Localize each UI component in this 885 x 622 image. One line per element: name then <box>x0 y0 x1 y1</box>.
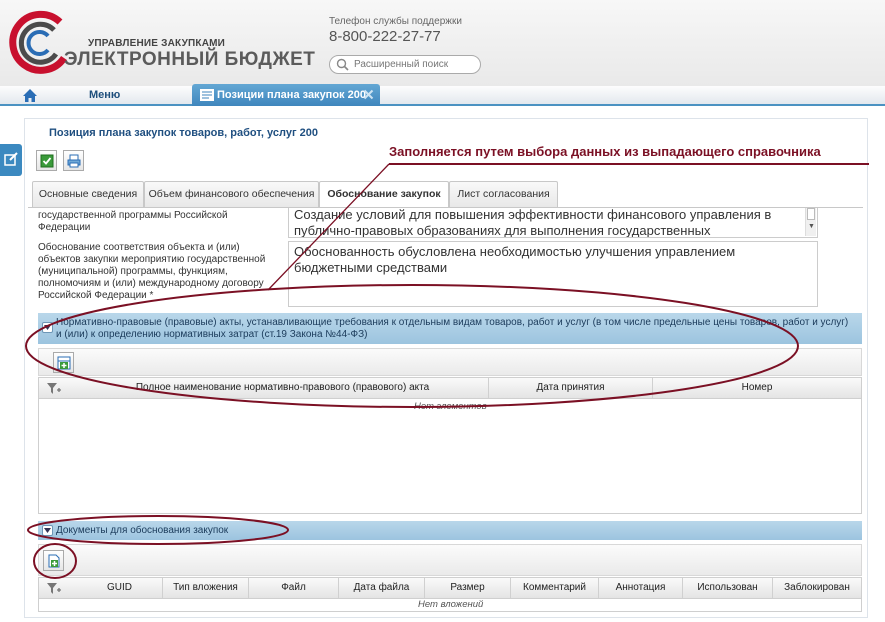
col-used[interactable]: Использован <box>683 578 773 598</box>
col-locked[interactable]: Заблокирован <box>773 578 861 598</box>
close-icon[interactable] <box>363 89 374 100</box>
menu-button[interactable]: Меню <box>89 89 120 101</box>
documents-grid-header: GUID Тип вложения Файл Дата файла Размер… <box>38 577 862 599</box>
annotation-note: Заполняется путем выбора данных из выпад… <box>389 144 821 159</box>
page-title: Позиция плана закупок товаров, работ, ус… <box>49 127 318 139</box>
section-documents[interactable]: Документы для обоснования закупок <box>38 521 862 540</box>
col-adoption-date[interactable]: Дата принятия <box>489 378 653 398</box>
tab-justification[interactable]: Обоснование закупок <box>319 181 449 208</box>
edit-icon <box>4 152 18 166</box>
home-icon[interactable] <box>22 88 38 103</box>
add-file-icon <box>48 554 60 568</box>
add-document-button[interactable] <box>43 550 64 571</box>
search-box[interactable] <box>329 55 481 74</box>
save-button[interactable] <box>36 150 57 171</box>
col-file[interactable]: Файл <box>249 578 339 598</box>
normative-grid-body <box>38 399 862 514</box>
chevron-down-icon[interactable] <box>42 322 53 333</box>
justification-form: государственной программы Российской Фед… <box>28 207 863 310</box>
print-button[interactable] <box>63 150 84 171</box>
normative-toolbar <box>38 348 862 376</box>
field-program-text: Создание условий для повышения эффективн… <box>294 207 772 238</box>
nav-tab-plan-positions[interactable]: Позиции плана закупок 200 <box>192 84 380 106</box>
col-attachment-type[interactable]: Тип вложения <box>163 578 249 598</box>
document-list-icon <box>200 89 214 101</box>
col-comment[interactable]: Комментарий <box>511 578 599 598</box>
documents-toolbar <box>38 544 862 576</box>
col-act-name[interactable]: Полное наименование нормативно-правового… <box>77 378 489 398</box>
nav-tab-label: Позиции плана закупок 200 <box>217 89 366 101</box>
search-input[interactable] <box>354 57 476 72</box>
scrollbar[interactable]: ▼ <box>805 208 816 236</box>
nav-bar: Меню <box>0 86 885 106</box>
brand-subtitle: УПРАВЛЕНИЕ ЗАКУПКАМИ <box>88 38 226 49</box>
normative-grid-header: Полное наименование нормативно-правового… <box>38 377 862 399</box>
chevron-down-icon[interactable] <box>42 525 53 536</box>
tab-approval-sheet[interactable]: Лист согласования <box>449 181 558 207</box>
scroll-down-icon[interactable]: ▼ <box>808 219 815 235</box>
col-guid[interactable]: GUID <box>77 578 163 598</box>
tab-funding[interactable]: Объем финансового обеспечения <box>144 181 319 207</box>
save-icon <box>40 154 54 168</box>
col-file-date[interactable]: Дата файла <box>339 578 425 598</box>
filter-icon[interactable] <box>47 583 61 595</box>
field-compliance-value[interactable]: Обоснованность обусловлена необходимость… <box>288 241 818 307</box>
side-panel-toggle[interactable] <box>0 144 22 176</box>
search-icon[interactable] <box>336 58 349 71</box>
app-header: УПРАВЛЕНИЕ ЗАКУПКАМИ ЭЛЕКТРОННЫЙ БЮДЖЕТ … <box>0 0 885 86</box>
brand-title: ЭЛЕКТРОННЫЙ БЮДЖЕТ <box>64 49 316 70</box>
support-phone: 8-800-222-27-77 <box>329 28 441 45</box>
field-compliance-label: Обоснование соответствия объекта и (или)… <box>38 242 266 301</box>
tab-basic-info[interactable]: Основные сведения <box>32 181 144 207</box>
field-program-label: государственной программы Российской Фед… <box>38 210 228 233</box>
col-number[interactable]: Номер <box>653 378 861 398</box>
print-icon <box>67 154 81 168</box>
add-act-button[interactable] <box>53 352 74 373</box>
col-size[interactable]: Размер <box>425 578 511 598</box>
section-documents-title: Документы для обоснования закупок <box>56 525 229 536</box>
add-row-icon <box>57 356 71 370</box>
empty-message: Нет элементов <box>414 401 487 412</box>
section-normative-title: Нормативно-правовые (правовые) акты, уст… <box>56 317 849 340</box>
support-label: Телефон службы поддержки <box>329 16 462 27</box>
filter-icon[interactable] <box>47 383 61 395</box>
section-normative-acts[interactable]: Нормативно-правовые (правовые) акты, уст… <box>38 313 862 344</box>
empty-message: Нет вложений <box>418 599 484 610</box>
col-annotation[interactable]: Аннотация <box>599 578 683 598</box>
field-program-value[interactable]: Создание условий для повышения эффективн… <box>288 207 818 238</box>
